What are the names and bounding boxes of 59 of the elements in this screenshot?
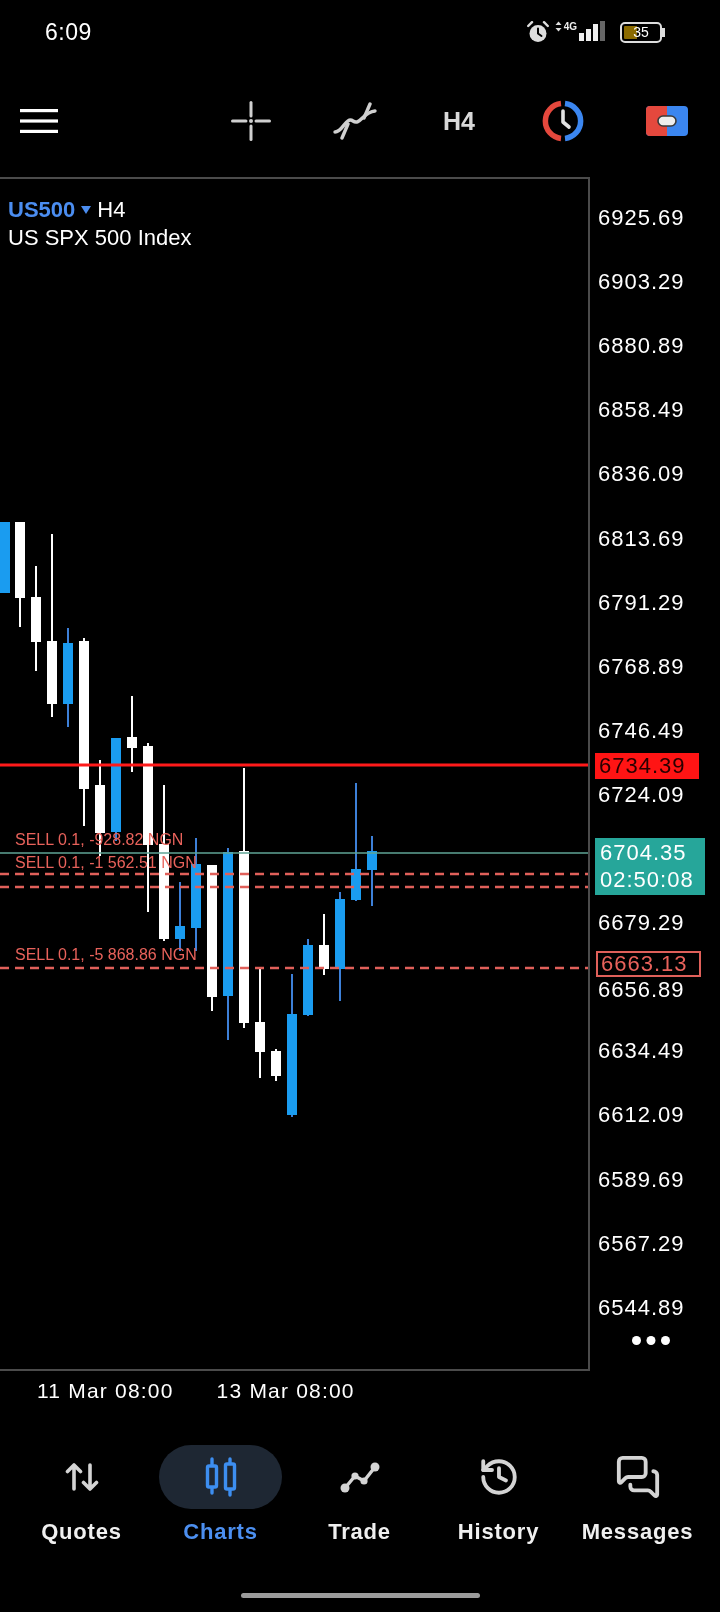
candle [319, 913, 329, 976]
clock-icon [542, 99, 584, 142]
symbol-description: US SPX 500 Index [8, 225, 192, 250]
network-type: 4G [563, 22, 577, 32]
time-scale-label: 13 Mar 08:00 [216, 1379, 355, 1403]
indicator-icon [333, 101, 377, 140]
price-scale-label: 6858.49 [598, 400, 685, 421]
nav-tab[interactable]: Quotes [12, 1445, 151, 1545]
arrows-up-down-icon [64, 1462, 99, 1492]
time-scale-label: 11 Mar 08:00 [37, 1379, 174, 1403]
nav-tab[interactable]: Charts [151, 1445, 290, 1545]
battery-indicator: 35 [620, 21, 662, 43]
symbol-selector[interactable]: US500 [8, 197, 92, 222]
nav-tab[interactable]: Messages [568, 1445, 707, 1545]
more-icon [632, 1336, 670, 1345]
caret-icon [81, 205, 92, 214]
price-scale-label: 6880.89 [598, 336, 685, 357]
switch-icon [646, 105, 688, 136]
price-scale-label: 6768.89 [598, 656, 685, 677]
price-scale-label: 6813.69 [598, 528, 685, 549]
price-scale-label: 6791.29 [598, 592, 685, 613]
status-time: 6:09 [45, 18, 92, 46]
candle [367, 835, 377, 907]
candle [271, 1048, 281, 1082]
nav-tab[interactable]: Trade [290, 1445, 429, 1545]
price-scale-label: 6612.09 [598, 1105, 685, 1126]
candlestick-icon [203, 1457, 238, 1497]
crosshair-icon [231, 100, 271, 141]
price-scale-label: 6836.09 [598, 464, 685, 485]
price-scale-label: 6656.89 [598, 980, 685, 1001]
menu-icon [20, 108, 58, 133]
more-button[interactable] [632, 1336, 670, 1345]
line-chart-icon [339, 1461, 380, 1493]
price-scale-label: 6544.89 [598, 1297, 685, 1318]
price-scale-label: 6925.69 [598, 208, 685, 228]
chart-timeframe: H4 [97, 197, 126, 222]
price-scale-label: 6746.49 [598, 720, 685, 741]
price-scale-label: 6589.69 [598, 1169, 685, 1190]
switch-button[interactable] [646, 105, 688, 136]
crosshair-button[interactable] [231, 100, 271, 141]
bar-countdown: 02:50:08 [600, 868, 695, 892]
price-scale-label: 6634.49 [598, 1041, 685, 1062]
clock-button[interactable] [542, 99, 584, 142]
order-price-tag: 6663.13 [596, 951, 701, 977]
current-price: 6704.35 [600, 841, 688, 865]
data-arrows-icon [554, 21, 562, 32]
price-scale-label: 6724.09 [598, 784, 685, 805]
price-scale-label: 6567.29 [598, 1233, 685, 1254]
order-label: SELL 0.1, -5 868.86 NGN [15, 947, 197, 963]
timeframe-button[interactable]: H4 [443, 106, 475, 135]
price-scale-label: 6679.29 [598, 913, 685, 934]
menu-button[interactable] [20, 108, 58, 133]
price-scale-label: 6903.29 [598, 272, 685, 293]
signal-icon [579, 21, 606, 41]
nav-tab[interactable]: History [429, 1445, 568, 1545]
messages-icon [614, 1454, 661, 1500]
alarm-icon [526, 21, 549, 43]
indicators-button[interactable] [333, 101, 377, 140]
price-tag: 6734.39 [595, 753, 699, 779]
